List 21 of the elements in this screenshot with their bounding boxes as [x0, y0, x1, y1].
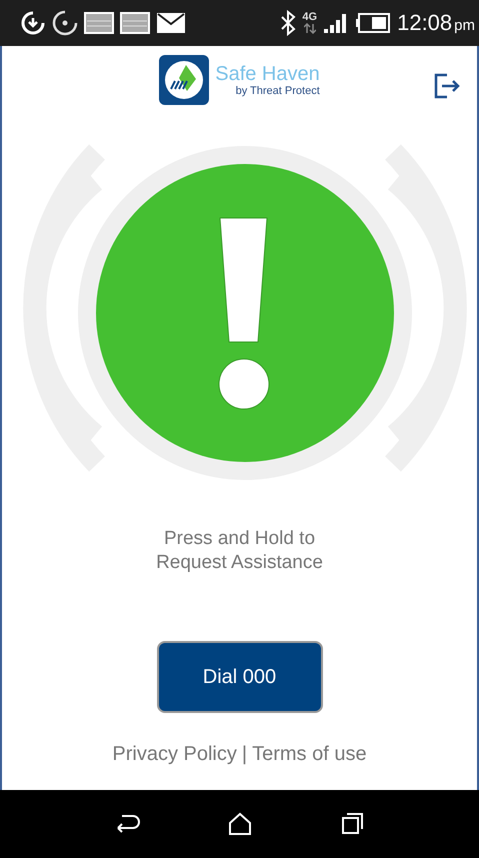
image-icon [120, 12, 150, 34]
sync-icon [20, 10, 46, 36]
app-logo-icon [159, 55, 210, 105]
footer-link[interactable]: Terms of use [252, 743, 367, 766]
battery-icon [355, 12, 392, 34]
network-indicator: 4G [302, 12, 318, 34]
clock: 12:08 pm [397, 10, 475, 36]
logout-icon[interactable] [433, 72, 461, 100]
data-arrows-icon [304, 23, 316, 34]
image-icon [84, 12, 114, 34]
bluetooth-icon [280, 10, 296, 36]
app-tagline: by Threat Protect [236, 85, 320, 97]
loading-icon [52, 10, 78, 36]
link-separator: | [242, 743, 248, 766]
home-icon[interactable] [226, 812, 252, 836]
app-name: Safe Haven [215, 63, 320, 85]
dial-button[interactable]: Dial 000 [156, 641, 322, 713]
mail-icon [156, 12, 186, 34]
recent-apps-icon[interactable] [340, 812, 366, 836]
footer-link[interactable]: Privacy Policy [112, 743, 237, 766]
instruction-text: Press and Hold to Request Assistance [155, 527, 324, 575]
